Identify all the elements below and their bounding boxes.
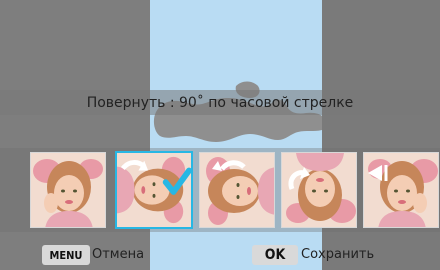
thumbnail-original[interactable]	[30, 152, 106, 228]
photo-girl-original-icon	[31, 153, 105, 227]
thumbnail-rotate-90-ccw[interactable]	[199, 152, 275, 228]
cancel-label: Отмена	[92, 247, 145, 262]
footer-bar: MENU Отмена OK Сохранить	[0, 241, 440, 270]
rotate-screen: Повернуть : 90˚ по часовой стрелке MENU …	[0, 0, 440, 270]
photo-flipped-icon	[364, 153, 438, 227]
thumbnail-rotate-180[interactable]	[281, 152, 357, 228]
rotate-info-bar: Повернуть : 90˚ по часовой стрелке	[0, 90, 440, 115]
photo-rotated-cw-icon	[117, 153, 191, 227]
photo-rotated-180-icon	[282, 153, 356, 227]
save-label: Сохранить	[301, 247, 375, 262]
menu-key[interactable]: MENU	[42, 245, 90, 265]
rotate-label: Повернуть : 90˚ по часовой стрелке	[86, 94, 354, 111]
ok-key[interactable]: OK	[252, 245, 298, 265]
thumbnail-flip-horizontal[interactable]	[363, 152, 439, 228]
photo-rotated-ccw-icon	[200, 153, 274, 227]
thumbnail-rotate-90-cw[interactable]	[115, 151, 193, 229]
